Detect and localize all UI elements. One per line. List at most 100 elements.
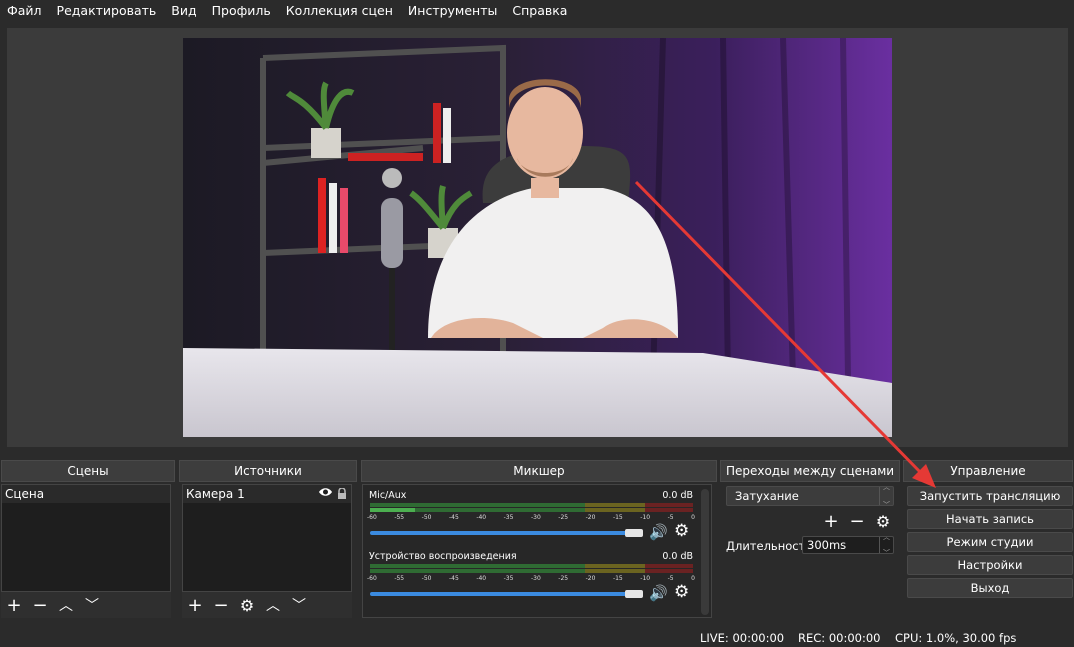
- settings-button[interactable]: Настройки: [907, 555, 1073, 575]
- scenes-toolbar: + − ︿ ﹀: [1, 592, 171, 618]
- tick: 0: [691, 514, 695, 521]
- tick: 0: [691, 575, 695, 582]
- mic-aux-volume-slider[interactable]: [370, 531, 640, 535]
- tick: -10: [640, 575, 651, 582]
- tick: -40: [476, 575, 487, 582]
- transition-selected-label: Затухание: [735, 489, 799, 503]
- tick: -25: [558, 514, 569, 521]
- scenes-dock: Сцены: [1, 460, 175, 482]
- exit-button[interactable]: Выход: [907, 578, 1073, 598]
- visibility-eye-icon[interactable]: [318, 485, 333, 503]
- tick: -50: [421, 575, 432, 582]
- mic-aux-speaker-icon[interactable]: 🔊: [649, 523, 668, 541]
- mic-aux-ticks: -60 -55 -50 -45 -40 -35 -30 -25 -20 -15 -10 -5 0: [367, 514, 695, 521]
- source-down-chevron-icon[interactable]: ﹀: [286, 594, 312, 616]
- menu-edit[interactable]: Редактировать: [50, 3, 165, 18]
- menu-help[interactable]: Справка: [505, 3, 575, 18]
- tick: -60: [367, 575, 377, 582]
- playback-meter-level: [370, 569, 693, 573]
- controls-dock: Управление: [903, 460, 1073, 482]
- add-transition-plus-icon[interactable]: +: [818, 510, 844, 532]
- tick: -30: [530, 514, 541, 521]
- remove-transition-minus-icon[interactable]: −: [844, 510, 870, 532]
- lock-icon[interactable]: [337, 487, 347, 505]
- add-source-plus-icon[interactable]: +: [182, 594, 208, 616]
- tick: -40: [476, 514, 487, 521]
- duration-value: 300ms: [807, 538, 847, 552]
- tick: -45: [448, 575, 459, 582]
- playback-meter: [370, 564, 693, 568]
- move-up-chevron-icon[interactable]: ︿: [53, 594, 79, 616]
- playback-volume-slider[interactable]: [370, 592, 640, 596]
- mixer-dock: Микшер: [361, 460, 717, 482]
- mic-aux-volume-handle[interactable]: [625, 529, 643, 537]
- playback-speaker-icon[interactable]: 🔊: [649, 584, 668, 602]
- transitions-dock: Переходы между сценами: [720, 460, 900, 482]
- scenes-dock-title: Сцены: [1, 460, 175, 482]
- scenes-list: Сцена: [1, 484, 171, 592]
- mixer-dock-title: Микшер: [361, 460, 717, 482]
- duration-label: Длительность: [726, 539, 813, 553]
- rec-timer: REC: 00:00:00: [798, 631, 881, 645]
- mic-aux-db: 0.0 dB: [662, 490, 693, 501]
- studio-mode-button[interactable]: Режим студии: [907, 532, 1073, 552]
- move-down-chevron-icon[interactable]: ﹀: [79, 594, 105, 616]
- menu-tools[interactable]: Инструменты: [401, 3, 505, 18]
- tick: -15: [612, 514, 623, 521]
- mic-aux-meter-level: [370, 508, 693, 512]
- tick: -20: [585, 514, 596, 521]
- sources-toolbar: + − ⚙ ︿ ﹀: [182, 592, 352, 618]
- cpu-fps: CPU: 1.0%, 30.00 fps: [895, 631, 1017, 645]
- remove-source-minus-icon[interactable]: −: [208, 594, 234, 616]
- camera-preview[interactable]: [183, 38, 892, 437]
- add-scene-plus-icon[interactable]: +: [1, 594, 27, 616]
- menu-view[interactable]: Вид: [164, 3, 204, 18]
- playback-ticks: -60 -55 -50 -45 -40 -35 -30 -25 -20 -15 -10 -5 0: [367, 575, 695, 582]
- playback-device-db: 0.0 dB: [662, 551, 693, 562]
- tick: -55: [394, 575, 405, 582]
- live-timer: LIVE: 00:00:00: [700, 631, 785, 645]
- camera-frame-image: [183, 38, 892, 437]
- mic-aux-label: Mic/Aux: [369, 490, 407, 501]
- tick: -5: [667, 575, 674, 582]
- tick: -15: [612, 575, 623, 582]
- mic-aux-gear-icon[interactable]: ⚙: [674, 521, 689, 541]
- playback-device-label: Устройство воспроизведения: [369, 551, 517, 562]
- remove-scene-minus-icon[interactable]: −: [27, 594, 53, 616]
- menu-file[interactable]: Файл: [0, 3, 50, 18]
- tick: -20: [585, 575, 596, 582]
- scene-item[interactable]: Сцена: [2, 485, 170, 503]
- status-bar: LIVE: 00:00:00 REC: 00:00:00 CPU: 1.0%, …: [0, 627, 1074, 647]
- start-streaming-button[interactable]: Запустить трансляцию: [907, 486, 1073, 506]
- tick: -35: [503, 575, 514, 582]
- tick: -60: [367, 514, 377, 521]
- source-item[interactable]: Камера 1: [183, 485, 351, 503]
- start-recording-button[interactable]: Начать запись: [907, 509, 1073, 529]
- duration-input[interactable]: 300ms ︿ ﹀: [802, 533, 894, 557]
- duration-spinner-icon[interactable]: ︿ ﹀: [879, 533, 893, 557]
- sources-dock: Источники: [179, 460, 357, 482]
- source-up-chevron-icon[interactable]: ︿: [260, 594, 286, 616]
- mixer-scrollbar[interactable]: [701, 489, 709, 615]
- sources-dock-title: Источники: [179, 460, 357, 482]
- source-properties-gear-icon[interactable]: ⚙: [234, 594, 260, 616]
- menu-profile[interactable]: Профиль: [205, 3, 279, 18]
- transition-select[interactable]: Затухание ︿ ﹀: [726, 483, 894, 509]
- playback-volume-handle[interactable]: [625, 590, 643, 598]
- menu-bar: Файл Редактировать Вид Профиль Коллекция…: [0, 0, 1074, 20]
- tick: -25: [558, 575, 569, 582]
- tick: -5: [667, 514, 674, 521]
- playback-gear-icon[interactable]: ⚙: [674, 582, 689, 602]
- tick: -10: [640, 514, 651, 521]
- source-item-label: Камера 1: [186, 487, 245, 501]
- mixer-panel: Mic/Aux 0.0 dB -60 -55 -50 -45 -40 -35 -30 -25-…: [362, 484, 712, 618]
- tick: -55: [394, 514, 405, 521]
- transition-select-arrows-icon: ︿ ﹀: [879, 483, 893, 509]
- tick: -35: [503, 514, 514, 521]
- transitions-dock-title: Переходы между сценами: [720, 460, 900, 482]
- tick: -30: [530, 575, 541, 582]
- controls-dock-title: Управление: [903, 460, 1073, 482]
- sources-list: Камера 1: [182, 484, 352, 592]
- menu-scene-collection[interactable]: Коллекция сцен: [279, 3, 401, 18]
- tick: -50: [421, 514, 432, 521]
